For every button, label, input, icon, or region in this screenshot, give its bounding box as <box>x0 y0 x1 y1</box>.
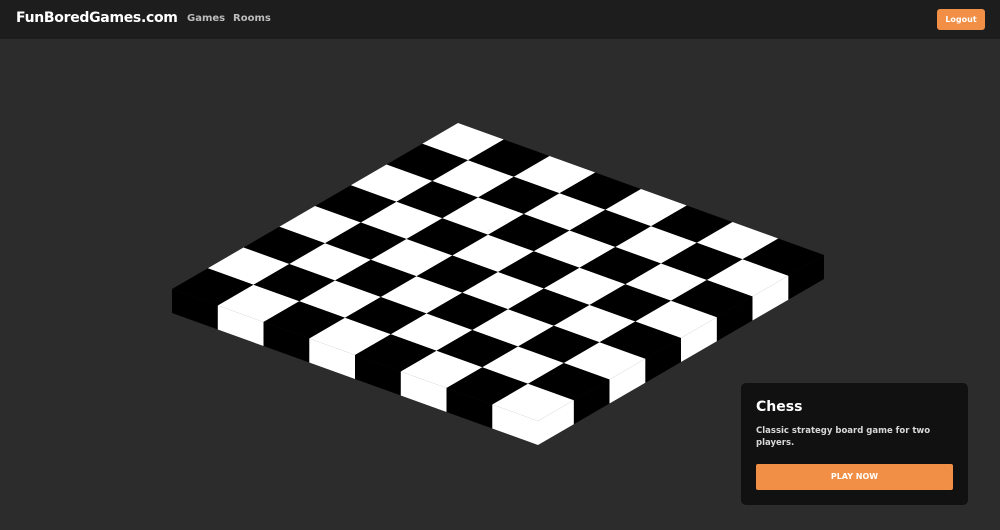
site-logo[interactable]: FunBoredGames.com <box>16 10 178 26</box>
top-navbar: FunBoredGames.com Games Rooms Logout <box>0 0 1000 39</box>
logout-button[interactable]: Logout <box>937 9 985 30</box>
game-title: Chess <box>756 399 803 415</box>
nav-link-games[interactable]: Games <box>187 13 225 24</box>
play-now-button[interactable]: PLAY NOW <box>756 464 953 490</box>
game-description: Classic strategy board game for two play… <box>756 426 931 448</box>
nav-link-rooms[interactable]: Rooms <box>233 13 271 24</box>
game-info-card: Chess Classic strategy board game for tw… <box>741 383 968 505</box>
